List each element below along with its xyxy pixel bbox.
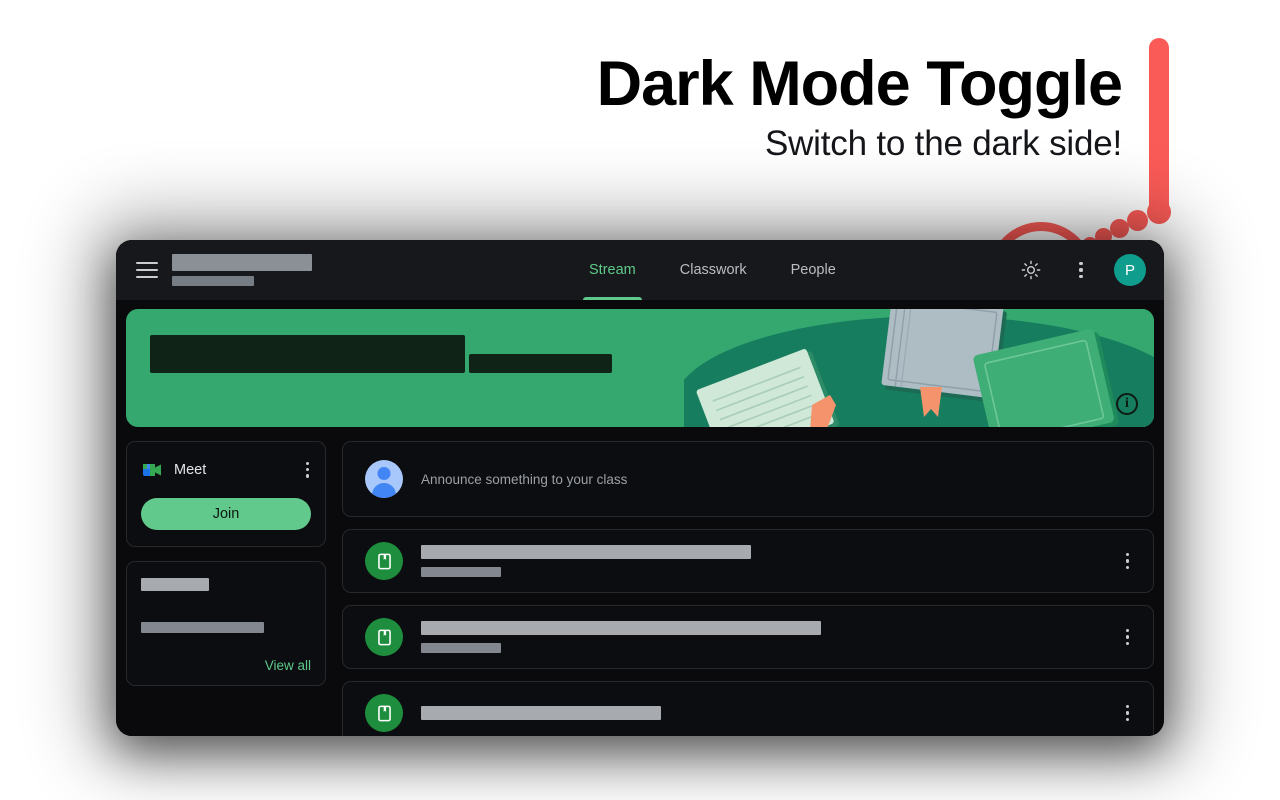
annotation-dot (1110, 219, 1129, 238)
meet-card: Meet Join (126, 441, 326, 547)
announcement-placeholder: Announce something to your class (421, 471, 628, 487)
material-book-icon (365, 618, 403, 656)
topbar-overflow-button[interactable] (1064, 253, 1098, 287)
announcement-composer[interactable]: Announce something to your class (342, 441, 1154, 517)
tab-people-label: People (790, 262, 836, 278)
view-all-link[interactable]: View all (141, 658, 311, 673)
stream-post-content (421, 621, 1106, 653)
hamburger-menu-icon[interactable] (136, 262, 158, 278)
upcoming-body-redacted (141, 621, 264, 633)
tab-classwork[interactable]: Classwork (677, 240, 750, 300)
hero-subtitle-redacted (469, 354, 613, 373)
tab-stream[interactable]: Stream (583, 240, 642, 300)
user-avatar-icon (365, 460, 403, 498)
stream-post-row[interactable] (342, 529, 1154, 593)
meet-overflow-button[interactable] (304, 456, 311, 484)
class-hero-banner: i (126, 309, 1154, 427)
post-title-redacted (421, 545, 751, 559)
stream-post-content (421, 706, 1106, 720)
upcoming-heading-redacted (141, 577, 209, 591)
info-circle-icon[interactable]: i (1116, 393, 1138, 415)
google-meet-icon (141, 461, 164, 479)
annotation-pointer-bar (1149, 38, 1169, 216)
class-title-redacted (172, 254, 312, 271)
kebab-menu-icon (1079, 262, 1083, 278)
stream-post-row[interactable] (342, 681, 1154, 736)
sun-brightness-icon (1021, 260, 1041, 280)
post-date-redacted (421, 643, 501, 653)
tab-classwork-label: Classwork (679, 262, 747, 278)
material-book-icon (365, 542, 403, 580)
post-overflow-button[interactable] (1124, 547, 1131, 575)
topbar-actions: P (1014, 240, 1146, 300)
books-and-notebooks-illustration (684, 309, 1154, 427)
join-button[interactable]: Join (141, 497, 311, 530)
upcoming-card: View all (126, 560, 326, 686)
annotation-headline: Dark Mode Toggle (596, 49, 1123, 119)
annotation-dot (1127, 210, 1148, 231)
tab-people[interactable]: People (788, 240, 839, 300)
post-date-redacted (421, 567, 501, 577)
content-body: Meet Join View all Announce something to… (126, 427, 1154, 736)
nav-tabs: Stream Classwork People (583, 240, 839, 300)
post-title-redacted (421, 621, 821, 635)
theme-toggle-button[interactable] (1014, 253, 1048, 287)
app-topbar: Stream Classwork People P (116, 240, 1164, 300)
avatar[interactable]: P (1114, 254, 1146, 286)
post-overflow-button[interactable] (1124, 623, 1131, 651)
material-book-icon (365, 694, 403, 732)
meet-card-header: Meet (141, 456, 311, 484)
post-overflow-button[interactable] (1124, 699, 1131, 727)
annotation-text-block: Dark Mode Toggle Switch to the dark side… (0, 49, 1140, 164)
meet-label: Meet (174, 461, 207, 478)
stream-post-row[interactable] (342, 605, 1154, 669)
sidebar: Meet Join View all (126, 441, 326, 736)
app-content: i Meet Join View all Announce something … (116, 300, 1164, 736)
class-section-redacted (172, 276, 254, 286)
post-title-redacted (421, 706, 661, 720)
hero-title-redacted (150, 335, 465, 373)
tab-stream-label: Stream (589, 262, 636, 278)
annotation-subhead: Switch to the dark side! (764, 123, 1122, 163)
stream-post-content (421, 545, 1106, 577)
class-title-block[interactable] (172, 254, 312, 286)
app-window: Stream Classwork People P i Meet Join Vi… (116, 240, 1164, 736)
hero-text-block (150, 335, 613, 378)
annotation-dot (1147, 200, 1171, 224)
screenshot-root: Dark Mode Toggle Switch to the dark side… (0, 0, 1280, 800)
stream-column: Announce something to your class (342, 441, 1154, 736)
